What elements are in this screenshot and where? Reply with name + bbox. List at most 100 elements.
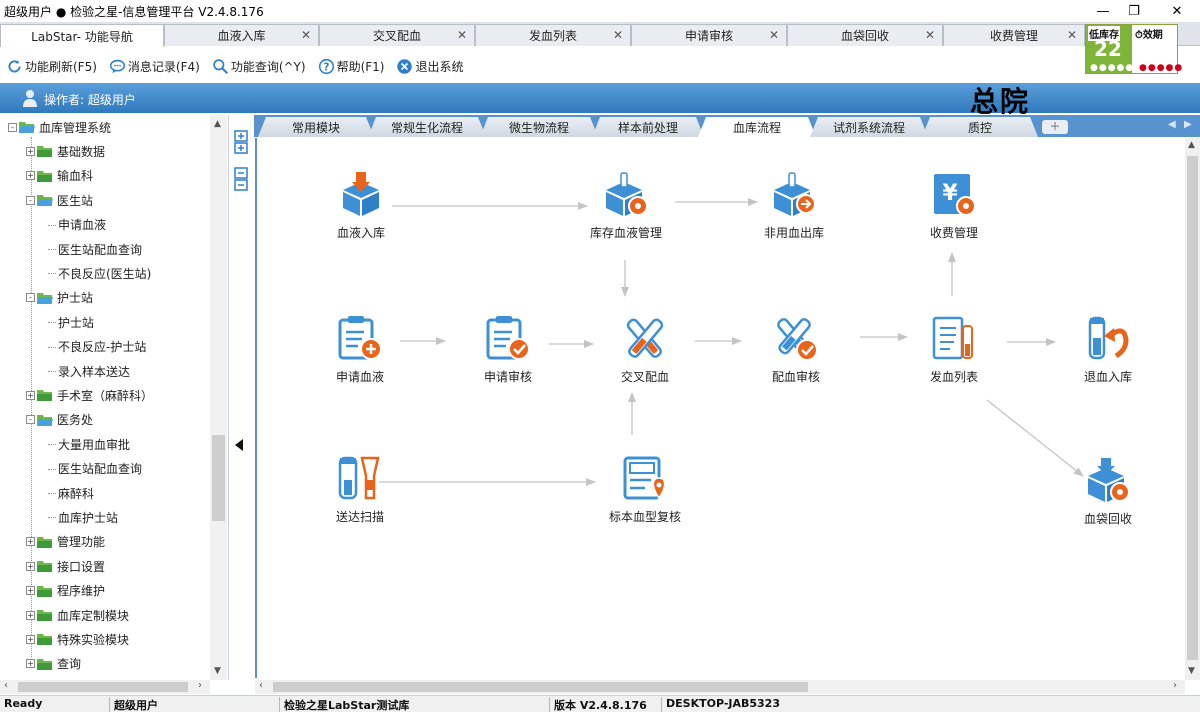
flow-node-match-review[interactable]: 配血审核 [751, 316, 841, 385]
tree-vertical-scrollbar[interactable]: ▲ ▼ [210, 115, 227, 680]
tree-folder[interactable]: + 输血科 [26, 165, 93, 187]
collapse-toggle-icon[interactable]: - [26, 293, 35, 303]
tree-item[interactable]: 护士站 [44, 311, 94, 333]
tree-folder[interactable]: - 护士站 [26, 287, 93, 309]
flow-node-nonuse-out[interactable]: 非用血出库 [749, 172, 839, 241]
expand-toggle-icon[interactable]: + [26, 537, 35, 547]
flow-tab-biochem[interactable]: 常规生化流程 [368, 117, 486, 137]
scroll-right-icon[interactable]: › [1173, 680, 1177, 691]
doctab-navigation[interactable]: LabStar- 功能导航 [0, 24, 164, 47]
help-button[interactable]: ? 帮助(F1) [318, 58, 384, 75]
close-icon[interactable]: ✕ [613, 28, 623, 42]
expand-toggle-icon[interactable]: + [26, 586, 35, 596]
exit-button[interactable]: 退出系统 [396, 58, 463, 75]
tree-folder[interactable]: + 血库定制模块 [26, 604, 129, 626]
flow-tab-bloodbank[interactable]: 血库流程 [698, 117, 816, 137]
close-icon[interactable]: ✕ [301, 28, 311, 42]
doctab-issue-list[interactable]: 发血列表 ✕ [475, 24, 631, 46]
tree-item[interactable]: 医生站配血查询 [44, 238, 142, 260]
expand-toggle-icon[interactable]: + [26, 390, 35, 400]
flow-node-deliver-scan[interactable]: 送达扫描 [315, 456, 405, 525]
function-search-button[interactable]: 功能查询(^Y) [212, 58, 306, 75]
tree-folder[interactable]: + 查询 [26, 653, 81, 675]
tree-item[interactable]: 不良反应-护士站 [44, 336, 146, 358]
tree-splitter[interactable] [229, 115, 254, 680]
tree-item[interactable]: 录入样本送达 [44, 360, 130, 382]
doctab-bag-recycle[interactable]: 血袋回收 ✕ [787, 24, 943, 46]
flow-tab-preprocess[interactable]: 样本前处理 [592, 117, 704, 137]
scroll-left-icon[interactable]: ‹ [4, 680, 8, 691]
scroll-up-icon[interactable]: ▲ [1188, 140, 1195, 150]
scroll-right-icon[interactable]: › [198, 680, 202, 691]
expand-toggle-icon[interactable]: + [26, 610, 35, 620]
flow-tab-common[interactable]: 常用模块 [258, 117, 374, 137]
diagram-horizontal-scrollbar[interactable]: ‹ › [255, 680, 1185, 694]
tree-item[interactable]: 医生站配血查询 [44, 458, 142, 480]
restore-button[interactable]: ❐ [1111, 0, 1157, 22]
flow-node-crossmatch[interactable]: 交叉配血 [600, 316, 690, 385]
expand-toggle-icon[interactable]: + [26, 659, 35, 669]
collapse-toggle-icon[interactable]: - [26, 415, 35, 425]
expand-toggle-icon[interactable]: + [26, 146, 35, 156]
tree-folder[interactable]: - 医生站 [26, 189, 93, 211]
message-log-button[interactable]: 消息记录(F4) [109, 58, 200, 75]
doctab-blood-in[interactable]: 血液入库 ✕ [164, 24, 319, 46]
refresh-button[interactable]: 功能刷新(F5) [6, 58, 97, 75]
expand-toggle-icon[interactable]: + [26, 634, 35, 644]
collapse-toggle-icon[interactable]: - [26, 195, 35, 205]
tab-scroll-left-icon[interactable]: ◀ [1168, 119, 1176, 130]
doctab-apply-review[interactable]: 申请审核 ✕ [631, 24, 787, 46]
add-tab-button[interactable]: ＋ [1042, 120, 1068, 134]
tree-item[interactable]: 血库护士站 [44, 506, 118, 528]
flow-node-return-in[interactable]: 退血入库 [1063, 316, 1153, 385]
tree-item[interactable]: 不良反应(医生站) [44, 262, 151, 284]
diagram-hscroll-thumb[interactable] [273, 682, 808, 692]
tree-hscroll-thumb[interactable] [18, 682, 188, 692]
tree-horizontal-scrollbar[interactable]: ‹ › [0, 680, 210, 694]
collapse-panel-icon[interactable] [235, 439, 245, 451]
flow-node-issue-list[interactable]: 发血列表 [909, 316, 999, 385]
flow-tab-reagent[interactable]: 试剂系统流程 [810, 117, 928, 137]
scroll-down-icon[interactable]: ▼ [214, 666, 221, 676]
close-icon[interactable]: ✕ [925, 28, 935, 42]
scroll-down-icon[interactable]: ▼ [1188, 666, 1195, 676]
close-icon[interactable]: ✕ [769, 28, 779, 42]
flow-node-inventory[interactable]: 库存血液管理 [581, 172, 671, 241]
tree-folder[interactable]: - 医务处 [26, 409, 93, 431]
expand-all-icon[interactable] [234, 130, 248, 154]
flow-node-specimen-recheck[interactable]: 标本血型复核 [600, 456, 690, 525]
tree-folder[interactable]: + 接口设置 [26, 555, 105, 577]
collapse-toggle-icon[interactable]: - [8, 122, 17, 132]
close-icon[interactable]: ✕ [1067, 28, 1077, 42]
flow-tab-micro[interactable]: 微生物流程 [480, 117, 598, 137]
scroll-up-icon[interactable]: ▲ [214, 119, 221, 129]
doctab-crossmatch[interactable]: 交叉配血 ✕ [319, 24, 475, 46]
tab-scroll-right-icon[interactable]: ▶ [1184, 119, 1192, 130]
collapse-all-icon[interactable] [234, 167, 248, 191]
diagram-scroll-thumb[interactable] [1187, 156, 1198, 660]
expand-toggle-icon[interactable]: + [26, 171, 35, 181]
flow-node-blood-in[interactable]: 血液入库 [316, 172, 406, 241]
tree-item[interactable]: 申请血液 [44, 214, 106, 236]
flow-node-bag-recycle[interactable]: 血袋回收 [1063, 458, 1153, 527]
tree-item[interactable]: 麻醉科 [44, 482, 94, 504]
tree-scroll-thumb[interactable] [212, 435, 225, 521]
tree-folder[interactable]: + 程序维护 [26, 580, 105, 602]
flow-tab-qc[interactable]: 质控 [922, 117, 1038, 137]
diagram-vertical-scrollbar[interactable]: ▲ ▼ [1185, 138, 1200, 680]
tree-folder[interactable]: + 特殊实验模块 [26, 628, 129, 650]
flow-node-fee[interactable]: ¥ 收费管理 [909, 172, 999, 241]
scroll-left-icon[interactable]: ‹ [259, 680, 263, 691]
tree-folder[interactable]: + 基础数据 [26, 140, 105, 162]
close-button[interactable]: ✕ [1154, 0, 1200, 22]
expand-toggle-icon[interactable]: + [26, 561, 35, 571]
tree-item[interactable]: 大量用血审批 [44, 433, 130, 455]
flow-node-apply[interactable]: 申请血液 [315, 316, 405, 385]
doctab-fee[interactable]: 收费管理 ✕ [943, 24, 1085, 46]
tree-folder[interactable]: + 手术室（麻醉科） [26, 384, 153, 406]
flow-node-apply-review[interactable]: 申请审核 [463, 316, 553, 385]
tree-folder[interactable]: + 管理功能 [26, 531, 105, 553]
tree-folder[interactable]: - 血库管理系统 [8, 116, 111, 138]
close-icon[interactable]: ✕ [457, 28, 467, 42]
stock-alert-panel[interactable]: 低库存 22 ●●●●● ⏱效期 ●●●●● [1085, 24, 1182, 74]
